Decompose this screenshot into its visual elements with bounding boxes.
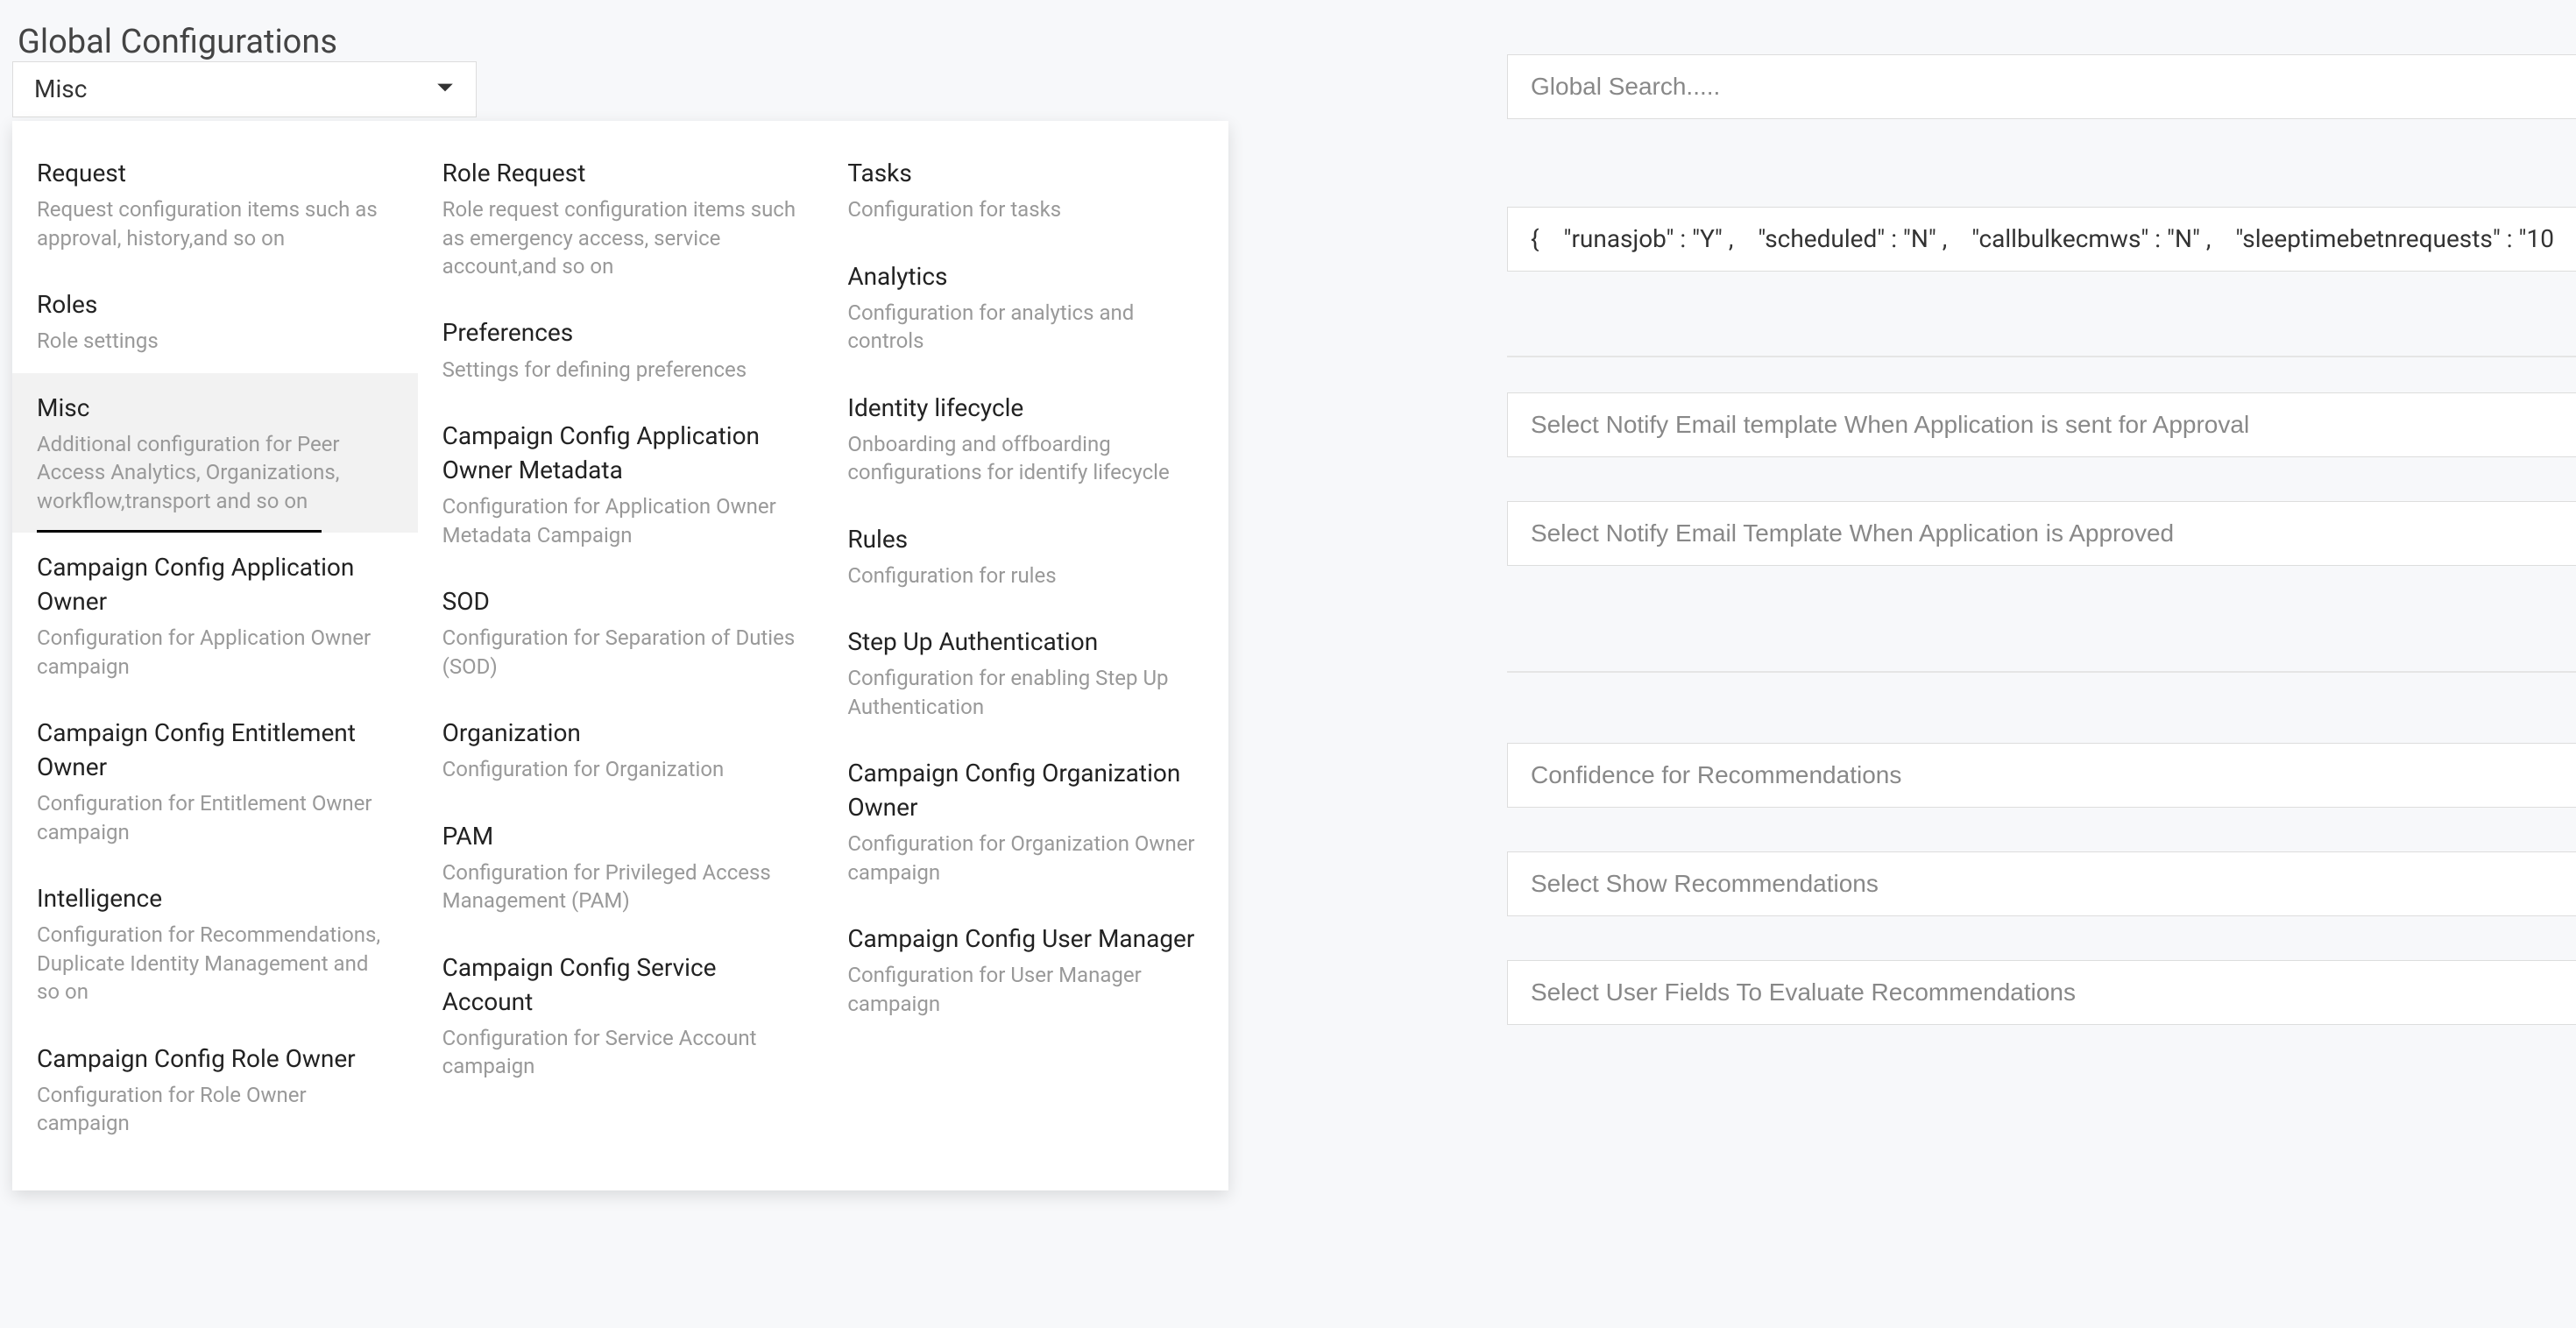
menu-column-2: Role Request Role request configuration i… xyxy=(418,138,824,1155)
menu-item[interactable]: Intelligence Configuration for Recommenda… xyxy=(12,864,418,1023)
menu-item-title: Organization xyxy=(442,716,799,750)
menu-item-desc: Configuration for Application Owner camp… xyxy=(37,624,393,681)
menu-item-title: Campaign Config Application Owner xyxy=(37,550,393,618)
menu-item-title: Roles xyxy=(37,287,393,321)
menu-item-desc: Configuration for Application Owner Meta… xyxy=(442,492,799,549)
menu-item[interactable]: Tasks Configuration for tasks xyxy=(823,138,1228,242)
global-search-input[interactable] xyxy=(1507,54,2576,119)
menu-item-desc: Configuration for Separation of Duties (… xyxy=(442,624,799,681)
menu-item-desc: Configuration for Organization xyxy=(442,755,799,783)
config-category-dropdown[interactable]: Misc xyxy=(12,61,477,117)
menu-item[interactable]: Preferences Settings for defining prefere… xyxy=(418,298,824,401)
chevron-down-icon xyxy=(435,72,455,106)
menu-item-desc: Role settings xyxy=(37,327,393,355)
menu-item-title: SOD xyxy=(442,584,799,618)
menu-item-title: Misc xyxy=(37,391,393,425)
menu-item[interactable]: SOD Configuration for Separation of Dutie… xyxy=(418,567,824,698)
menu-item-desc: Configuration for Role Owner campaign xyxy=(37,1081,393,1138)
menu-item[interactable]: Identity lifecycle Onboarding and offboar… xyxy=(823,373,1228,505)
menu-item[interactable]: Campaign Config Application Owner Configu… xyxy=(12,533,418,698)
menu-item[interactable]: Campaign Config Role Owner Configuration … xyxy=(12,1024,418,1155)
menu-item-desc: Onboarding and offboarding configuration… xyxy=(847,430,1204,487)
menu-item-title: Campaign Config User Manager xyxy=(847,922,1204,956)
menu-item-title: Preferences xyxy=(442,315,799,350)
menu-item-title: PAM xyxy=(442,819,799,853)
menu-item-desc: Configuration for Privileged Access Mana… xyxy=(442,858,799,915)
menu-item-desc: Configuration for rules xyxy=(847,562,1204,590)
menu-item[interactable]: Organization Configuration for Organizati… xyxy=(418,698,824,802)
menu-item-desc: Configuration for Recommendations, Dupli… xyxy=(37,921,393,1006)
dropdown-selected-label: Misc xyxy=(34,72,87,106)
menu-item-desc: Additional configuration for Peer Access… xyxy=(37,430,393,515)
menu-item-title: Step Up Authentication xyxy=(847,625,1204,659)
menu-item-title: Tasks xyxy=(847,156,1204,190)
menu-item-title: Campaign Config Entitlement Owner xyxy=(37,716,393,784)
menu-item-title: Request xyxy=(37,156,393,190)
menu-item-title: Campaign Config Service Account xyxy=(442,950,799,1019)
menu-item-desc: Configuration for User Manager campaign xyxy=(847,961,1204,1018)
menu-item-desc: Request configuration items such as appr… xyxy=(37,195,393,252)
menu-item-desc: Configuration for enabling Step Up Authe… xyxy=(847,664,1204,721)
menu-item-title: Role Request xyxy=(442,156,799,190)
menu-item[interactable]: Misc Additional configuration for Peer Ac… xyxy=(12,373,418,533)
menu-item-desc: Configuration for Entitlement Owner camp… xyxy=(37,789,393,846)
menu-item-title: Campaign Config Organization Owner xyxy=(847,756,1204,824)
menu-item-title: Identity lifecycle xyxy=(847,391,1204,425)
menu-item[interactable]: Campaign Config Organization Owner Config… xyxy=(823,738,1228,904)
menu-item-desc: Configuration for tasks xyxy=(847,195,1204,223)
config-category-menu: Request Request configuration items such … xyxy=(12,121,1228,1190)
notify-approval-template-field[interactable] xyxy=(1507,392,2576,457)
menu-column-1: Request Request configuration items such … xyxy=(12,138,418,1155)
menu-item[interactable]: PAM Configuration for Privileged Access M… xyxy=(418,802,824,933)
menu-item[interactable]: Role Request Role request configuration i… xyxy=(418,138,824,298)
notify-approved-template-field[interactable] xyxy=(1507,501,2576,566)
user-fields-recommendations-field[interactable] xyxy=(1507,960,2576,1025)
menu-item[interactable]: Analytics Configuration for analytics and… xyxy=(823,242,1228,373)
menu-item[interactable]: Roles Role settings xyxy=(12,270,418,373)
menu-item-title: Intelligence xyxy=(37,881,393,915)
menu-item-desc: Settings for defining preferences xyxy=(442,356,799,384)
menu-item[interactable]: Campaign Config User Manager Configuratio… xyxy=(823,904,1228,1035)
menu-item-desc: Configuration for analytics and controls xyxy=(847,299,1204,356)
menu-item-title: Analytics xyxy=(847,259,1204,293)
menu-item-title: Campaign Config Application Owner Metada… xyxy=(442,419,799,487)
menu-item[interactable]: Campaign Config Application Owner Metada… xyxy=(418,401,824,567)
show-recommendations-field[interactable] xyxy=(1507,851,2576,916)
menu-item-desc: Role request configuration items such as… xyxy=(442,195,799,280)
page-title: Global Configurations xyxy=(18,19,337,66)
confidence-recommendations-field[interactable] xyxy=(1507,743,2576,808)
menu-item[interactable]: Request Request configuration items such … xyxy=(12,138,418,270)
menu-column-3: Tasks Configuration for tasks Analytics Con… xyxy=(823,138,1228,1155)
menu-item[interactable]: Campaign Config Entitlement OwnerConfigu… xyxy=(12,698,418,864)
menu-item-desc: Configuration for Service Account campai… xyxy=(442,1024,799,1081)
menu-item[interactable]: Step Up Authentication Configuration for … xyxy=(823,607,1228,738)
menu-item[interactable]: Campaign Config Service AccountConfigura… xyxy=(418,933,824,1098)
json-config-field[interactable]: { "runasjob" : "Y" , "scheduled" : "N" ,… xyxy=(1507,207,2576,272)
menu-item-desc: Configuration for Organization Owner cam… xyxy=(847,830,1204,887)
menu-item-title: Rules xyxy=(847,522,1204,556)
menu-item[interactable]: Rules Configuration for rules xyxy=(823,505,1228,608)
menu-item-title: Campaign Config Role Owner xyxy=(37,1042,393,1076)
